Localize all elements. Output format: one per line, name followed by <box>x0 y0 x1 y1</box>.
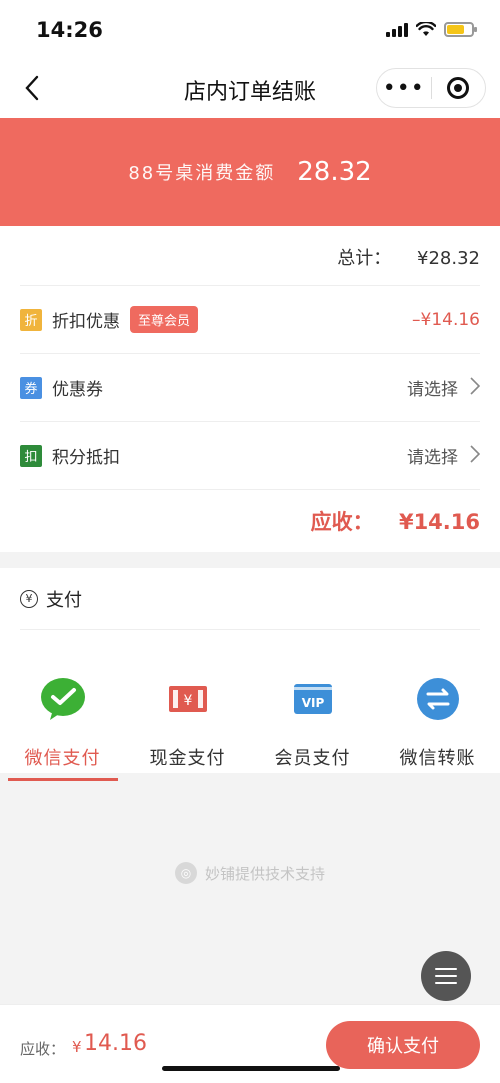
transfer-icon <box>415 676 461 722</box>
coupon-icon: 券 <box>20 376 42 399</box>
powered-text: 妙铺提供技术支持 <box>204 864 325 883</box>
payment-title: 支付 <box>46 589 82 611</box>
bottom-amount: 14.16 <box>84 1031 147 1056</box>
discount-label: 折扣优惠 <box>52 312 120 332</box>
floating-menu-button[interactable] <box>421 951 471 1001</box>
more-button[interactable]: ••• <box>377 76 431 101</box>
method-label: 现金支付 <box>149 748 226 769</box>
coupon-label: 优惠券 <box>52 380 103 400</box>
tab-underline <box>133 778 243 781</box>
target-icon <box>447 77 470 99</box>
powered-by: ◎ 妙铺提供技术支持 <box>0 862 500 884</box>
battery-icon <box>444 22 477 37</box>
member-badge: 至尊会员 <box>130 306 199 333</box>
method-wechat-pay[interactable]: 微信支付 <box>0 676 125 781</box>
tab-underline <box>258 778 368 781</box>
signal-icon <box>386 22 408 37</box>
active-tab-underline <box>7 778 118 781</box>
tab-underline <box>383 778 493 781</box>
cash-icon: ¥ <box>165 676 211 722</box>
menu-icon <box>435 968 457 970</box>
receivable-label: 应收： <box>310 510 374 534</box>
points-icon: 扣 <box>20 444 42 467</box>
receivable-value: ¥14.16 <box>398 510 480 534</box>
status-bar: 14:26 <box>0 0 500 60</box>
bottom-bar: 应收： ¥ 14.16 确认支付 <box>0 1004 500 1083</box>
discount-row: 折 折扣优惠 至尊会员 –¥14.16 <box>20 285 480 353</box>
order-summary: 总计： ¥28.32 折 折扣优惠 至尊会员 –¥14.16 券 优惠券 请选择… <box>0 226 500 552</box>
miaopu-logo-icon: ◎ <box>174 862 197 884</box>
method-member[interactable]: VIP 会员支付 <box>250 676 375 781</box>
close-mini-program-button[interactable] <box>432 77 486 99</box>
points-select-text: 请选择 <box>407 448 458 468</box>
bottom-label: 应收： <box>20 1040 66 1058</box>
payment-header: ¥ 支付 <box>20 568 480 630</box>
banner-label: 88号桌消费金额 <box>128 163 276 184</box>
wifi-icon <box>416 22 436 36</box>
yen-circle-icon: ¥ <box>20 589 38 608</box>
total-row: 总计： ¥28.32 <box>337 244 480 270</box>
points-label: 积分抵扣 <box>52 448 120 468</box>
banner-amount: 28.32 <box>297 157 372 187</box>
status-icons <box>386 22 477 37</box>
svg-text:¥: ¥ <box>183 693 192 709</box>
total-label: 总计： <box>337 248 392 269</box>
amount-banner: 88号桌消费金额 28.32 <box>0 118 500 226</box>
wechat-pay-icon <box>40 676 86 722</box>
chevron-right-icon <box>470 444 481 468</box>
home-indicator <box>162 1066 340 1071</box>
method-label: 会员支付 <box>274 748 351 769</box>
payment-section: ¥ 支付 微信支付 ¥ 现金支付 VIP 会员支付 微信转账 <box>0 568 500 781</box>
method-wechat-transfer[interactable]: 微信转账 <box>375 676 500 781</box>
method-label: 微信支付 <box>24 748 101 769</box>
nav-bar: 店内订单结账 ••• <box>0 60 500 118</box>
discount-value: –¥14.16 <box>412 309 480 330</box>
receivable-row: 应收： ¥14.16 <box>311 506 480 536</box>
bottom-currency: ¥ <box>72 1038 82 1056</box>
total-value: ¥28.32 <box>417 248 480 269</box>
chevron-right-icon <box>470 376 481 400</box>
method-label: 微信转账 <box>399 748 476 769</box>
vip-icon: VIP <box>290 676 336 722</box>
svg-text:VIP: VIP <box>301 696 324 710</box>
coupon-select-text: 请选择 <box>407 380 458 400</box>
points-select[interactable]: 请选择 <box>407 443 481 468</box>
coupon-select[interactable]: 请选择 <box>407 375 481 400</box>
payment-methods: 微信支付 ¥ 现金支付 VIP 会员支付 微信转账 <box>0 676 500 781</box>
coupon-row[interactable]: 券 优惠券 请选择 <box>20 353 481 421</box>
mini-program-capsule: ••• <box>376 68 486 108</box>
divider <box>20 489 480 490</box>
status-time: 14:26 <box>36 18 103 42</box>
points-row[interactable]: 扣 积分抵扣 请选择 <box>20 421 481 489</box>
confirm-pay-button[interactable]: 确认支付 <box>326 1021 480 1069</box>
method-cash[interactable]: ¥ 现金支付 <box>125 676 250 781</box>
discount-icon: 折 <box>20 308 42 331</box>
